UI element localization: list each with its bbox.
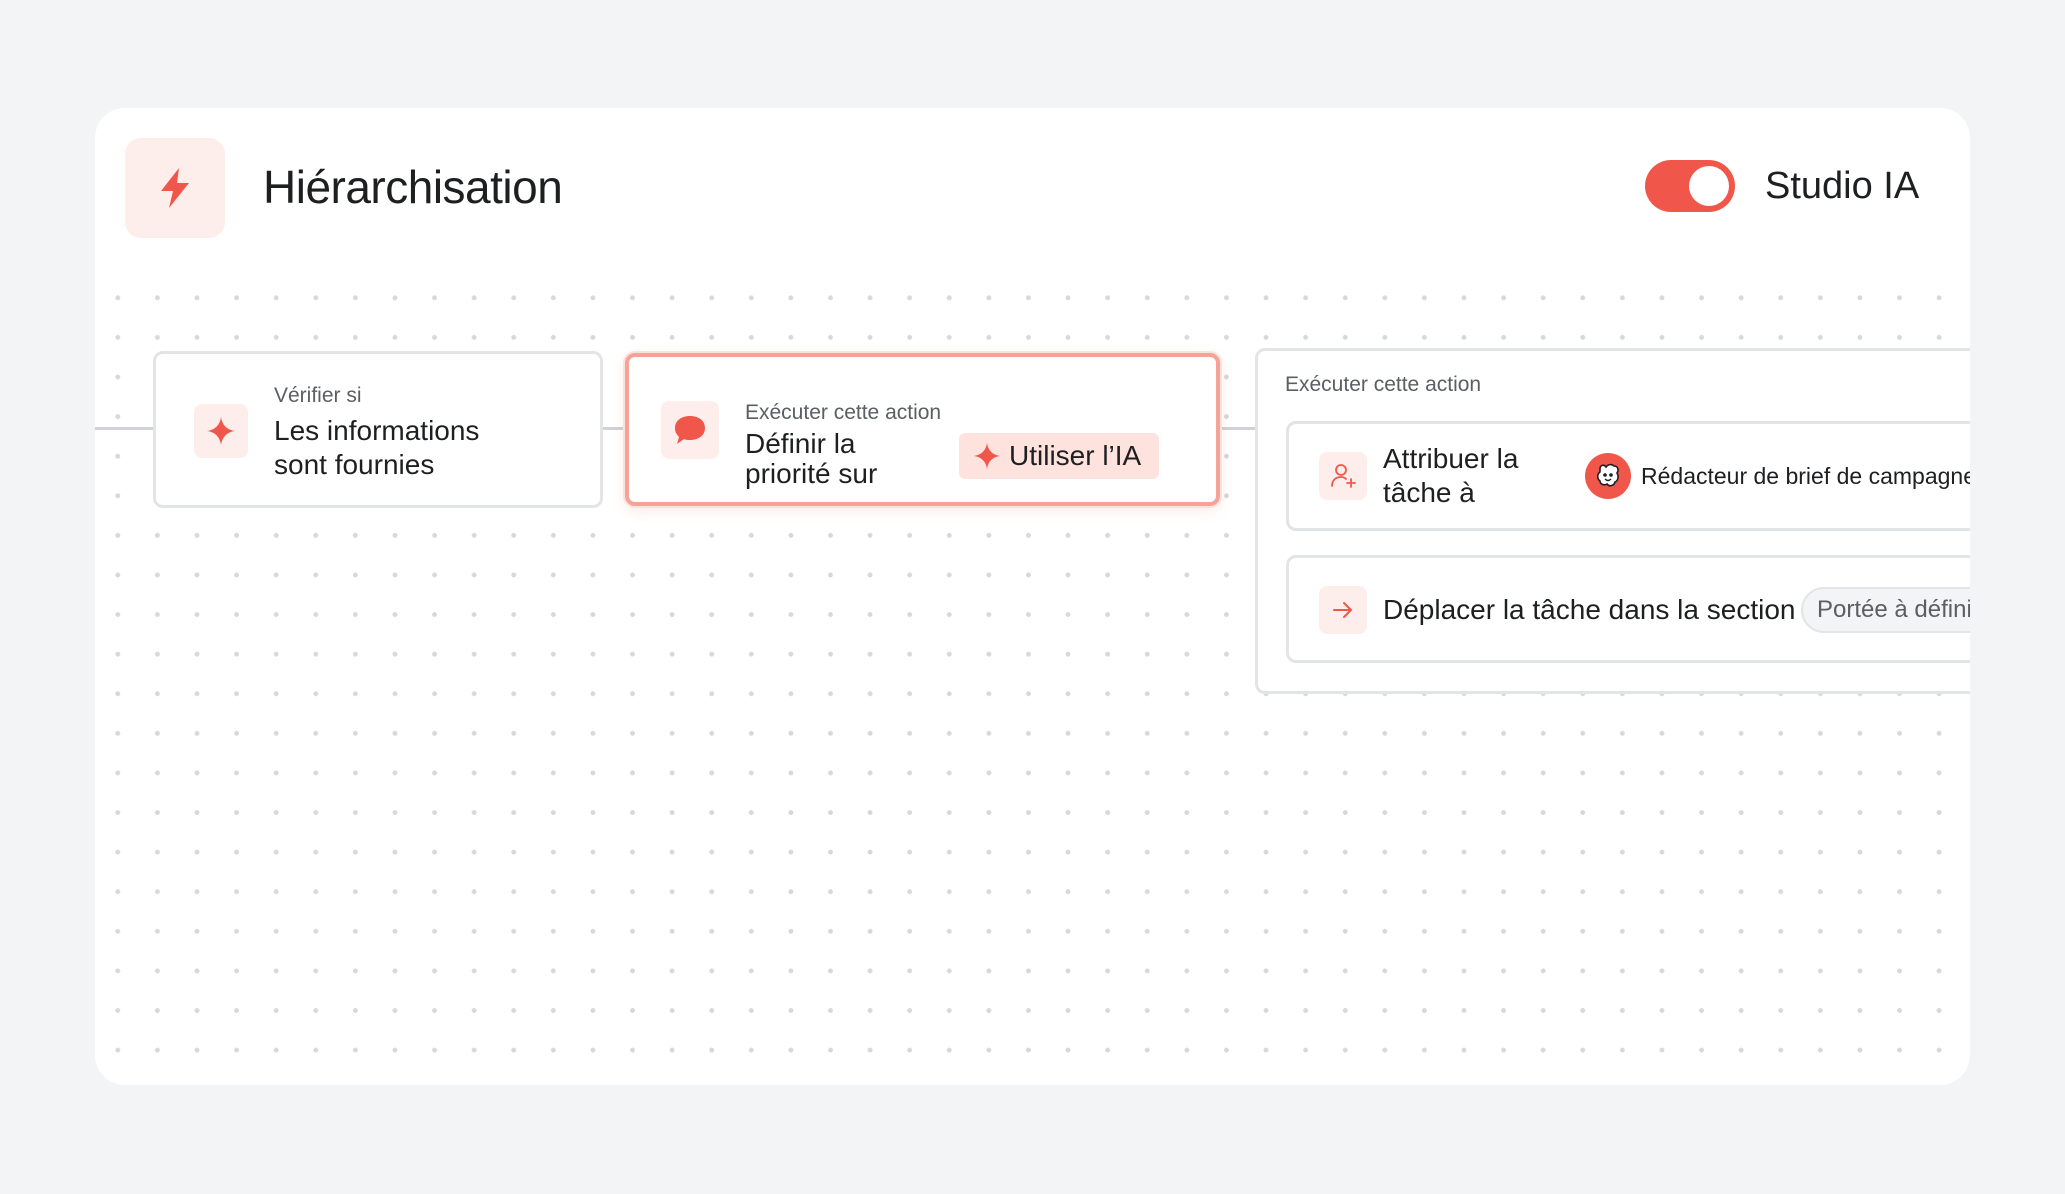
page-title: Hiérarchisation: [263, 161, 563, 213]
assign-text-line: tâche à: [1383, 477, 1475, 508]
priority-text-line: Définir la: [745, 428, 856, 459]
priority-text-line: priorité sur: [745, 458, 878, 489]
action-group-label: Exécuter cette action: [1285, 373, 1482, 396]
lightning-bolt-icon: [125, 138, 225, 238]
section-pill[interactable]: Portée à définir: [1801, 587, 1970, 633]
priority-action-card[interactable]: Exécuter cette action Définir la priorit…: [625, 353, 1220, 506]
action-group-card[interactable]: Exécuter cette action Attribuer la tâche…: [1255, 348, 1970, 694]
connector-line: [95, 427, 155, 430]
condition-text-line: sont fournies: [274, 449, 435, 480]
condition-text: Les informations sont fournies: [274, 414, 479, 482]
connector-line: [1220, 427, 1255, 430]
sparkle-icon: [194, 404, 248, 458]
chat-bubble-icon: [661, 401, 719, 459]
move-task-card[interactable]: Déplacer la tâche dans la section Portée…: [1286, 555, 1970, 663]
agent-name: Rédacteur de brief de campagne: [1641, 462, 1970, 489]
condition-label: Vérifier si: [274, 384, 362, 407]
arrow-right-icon: [1319, 586, 1367, 634]
studio-ia-toggle[interactable]: [1645, 160, 1735, 212]
agent-chip[interactable]: Rédacteur de brief de campagne: [1585, 453, 1970, 499]
use-ai-button[interactable]: Utiliser l’IA: [959, 433, 1160, 479]
condition-text-line: Les informations: [274, 415, 480, 446]
user-add-icon: [1319, 452, 1367, 500]
priority-action-text: Définir la priorité sur: [745, 429, 877, 489]
sparkle-icon: [973, 442, 1001, 470]
assign-task-text: Attribuer la tâche à: [1383, 442, 1518, 510]
agent-avatar-icon: [1585, 453, 1631, 499]
toggle-knob: [1689, 166, 1729, 206]
workflow-panel: Hiérarchisation Studio IA Vérifier si Le…: [95, 108, 1970, 1085]
use-ai-label: Utiliser l’IA: [1009, 440, 1142, 471]
assign-task-card[interactable]: Attribuer la tâche à Rédacteur de brief …: [1286, 421, 1970, 531]
connector-line: [600, 427, 625, 430]
move-task-text: Déplacer la tâche dans la section: [1383, 594, 1796, 625]
priority-action-label: Exécuter cette action: [745, 401, 942, 424]
toggle-label: Studio IA: [1765, 165, 1920, 207]
assign-text-line: Attribuer la: [1383, 443, 1519, 474]
condition-card[interactable]: Vérifier si Les informations sont fourni…: [153, 351, 603, 508]
